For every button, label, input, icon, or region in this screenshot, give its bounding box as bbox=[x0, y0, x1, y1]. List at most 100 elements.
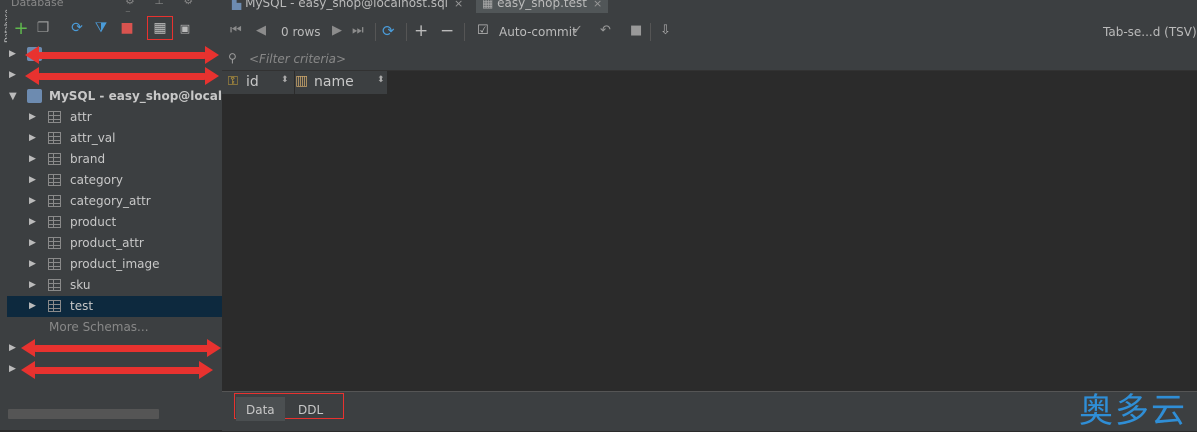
tree-row-table[interactable]: ▶ category bbox=[7, 170, 222, 191]
add-row-icon[interactable]: + bbox=[414, 13, 428, 49]
expand-arrow-icon[interactable]: ▶ bbox=[29, 296, 36, 317]
expand-arrow-icon[interactable]: ▶ bbox=[29, 107, 36, 128]
tree-row-datasource-4[interactable]: ▶ bbox=[7, 359, 222, 380]
row-count[interactable]: 0 rows bbox=[281, 13, 321, 49]
table-label: product_image bbox=[70, 257, 160, 271]
console-icon[interactable]: ▣ bbox=[175, 18, 195, 38]
auto-commit-label[interactable]: Auto-commit bbox=[499, 13, 577, 49]
data-editor-toolbar: ⏮ ◀ 0 rows ▶ ⏭ ⟳ + − ☑ Auto-commit ✓ ↶ ■… bbox=[222, 13, 1197, 50]
result-grid[interactable]: ⚿ id ⬍ ▥ name ⬍ bbox=[222, 71, 1197, 391]
copy-icon[interactable]: ❐ bbox=[33, 18, 53, 38]
tree-row-table[interactable]: ▶ attr bbox=[7, 107, 222, 128]
tab-data[interactable]: Data bbox=[236, 397, 285, 421]
add-icon[interactable]: + bbox=[11, 18, 31, 39]
expand-arrow-icon[interactable]: ▶ bbox=[29, 233, 36, 254]
table-label: test bbox=[70, 299, 94, 313]
bottom-tab-bar: Data DDL bbox=[222, 391, 1197, 431]
expand-arrow-icon[interactable]: ▶ bbox=[9, 338, 16, 359]
tab-sql-console[interactable]: ▙ MySQL - easy_shop@localhost.sql × bbox=[226, 0, 469, 13]
stop-icon[interactable]: ■ bbox=[117, 18, 137, 38]
table-icon bbox=[48, 279, 61, 291]
last-page-icon[interactable]: ⏭ bbox=[352, 13, 364, 49]
table-icon bbox=[48, 153, 61, 165]
expand-arrow-icon[interactable]: ▶ bbox=[9, 359, 16, 380]
filter-bar[interactable]: ⚲ <Filter criteria> bbox=[222, 49, 1197, 71]
checkbox-checked-icon[interactable]: ☑ bbox=[477, 13, 489, 49]
first-page-icon[interactable]: ⏮ bbox=[230, 13, 242, 49]
tree-row-datasource-3[interactable]: ▶ bbox=[7, 338, 222, 359]
column-header-id[interactable]: ⚿ id ⬍ bbox=[222, 71, 295, 94]
table-label: brand bbox=[70, 152, 106, 166]
panel-header-icons[interactable]: ⚙ ⊥ ⚙ ⁻ bbox=[125, 0, 222, 20]
tree-row-table[interactable]: ▶ brand bbox=[7, 149, 222, 170]
more-schemas-label: More Schemas... bbox=[49, 320, 149, 334]
toolbar-separator bbox=[464, 23, 465, 41]
table-label: category bbox=[70, 173, 124, 187]
expand-arrow-icon[interactable]: ▶ bbox=[29, 128, 36, 149]
redaction-arrow-left bbox=[25, 46, 39, 64]
sort-icon[interactable]: ⬍ bbox=[377, 75, 385, 85]
tree-row-table[interactable]: ▶ product_image bbox=[7, 254, 222, 275]
sort-icon[interactable]: ⬍ bbox=[281, 75, 289, 85]
redaction-arrow-right bbox=[205, 46, 219, 64]
refresh-icon[interactable]: ⟳ bbox=[382, 13, 395, 49]
datasource-label: MySQL - easy_shop@localhost bbox=[49, 89, 222, 103]
tree-row-table-selected[interactable]: ▶ test bbox=[7, 296, 222, 317]
tab-table-editor[interactable]: ▦ easy_shop.test × bbox=[476, 0, 609, 13]
mysql-icon bbox=[27, 89, 42, 103]
panel-title: Database bbox=[11, 0, 64, 9]
expand-arrow-icon[interactable]: ▶ bbox=[9, 65, 16, 86]
tree-row-table[interactable]: ▶ attr_val bbox=[7, 128, 222, 149]
tab-label: MySQL - easy_shop@localhost.sql bbox=[245, 0, 449, 10]
export-icon[interactable]: ⇩ bbox=[660, 13, 671, 49]
table-label: sku bbox=[70, 278, 91, 292]
next-page-icon[interactable]: ▶ bbox=[332, 13, 342, 49]
redaction-arrow-left bbox=[21, 339, 35, 357]
tree-row-table[interactable]: ▶ product bbox=[7, 212, 222, 233]
redaction-mark bbox=[37, 52, 207, 59]
column-icon: ▥ bbox=[295, 73, 309, 89]
tree-row-mysql-datasource[interactable]: ▼ MySQL - easy_shop@localhost bbox=[7, 86, 222, 107]
expand-arrow-icon[interactable]: ▶ bbox=[29, 170, 36, 191]
database-panel: Database ⚙ ⊥ ⚙ ⁻ + ❐ ⟳ ⧩ ■ ▦ ▣ ▶ ▶ ▼ MyS… bbox=[7, 0, 222, 430]
rollback-icon[interactable]: ↶ bbox=[600, 13, 611, 49]
redaction-mark bbox=[33, 345, 213, 352]
tab-ddl[interactable]: DDL bbox=[288, 397, 333, 421]
previous-page-icon[interactable]: ◀ bbox=[256, 13, 266, 49]
table-label: product_attr bbox=[70, 236, 144, 250]
table-icon bbox=[48, 111, 61, 123]
refresh-icon[interactable]: ⟳ bbox=[67, 18, 87, 38]
key-column-icon: ⚿ bbox=[228, 74, 238, 89]
expand-arrow-icon[interactable]: ▶ bbox=[29, 212, 36, 233]
column-name: name bbox=[314, 74, 354, 90]
table-icon bbox=[48, 216, 61, 228]
collapse-arrow-icon[interactable]: ▼ bbox=[9, 86, 17, 107]
tree-row-table[interactable]: ▶ product_attr bbox=[7, 233, 222, 254]
tree-row-table[interactable]: ▶ sku bbox=[7, 275, 222, 296]
table-view-icon[interactable]: ▦ bbox=[147, 16, 173, 40]
export-format-selector[interactable]: Tab-se...d (TSV) bbox=[1103, 13, 1197, 49]
tree-row-datasource-1[interactable]: ▶ bbox=[7, 44, 222, 65]
table-label: attr_val bbox=[70, 131, 116, 145]
horizontal-scrollbar[interactable] bbox=[8, 409, 159, 419]
more-schemas-link[interactable]: More Schemas... bbox=[7, 317, 222, 338]
close-icon[interactable]: × bbox=[454, 0, 463, 10]
expand-arrow-icon[interactable]: ▶ bbox=[9, 44, 16, 65]
expand-arrow-icon[interactable]: ▶ bbox=[29, 149, 36, 170]
tree-row-datasource-2[interactable]: ▶ bbox=[7, 65, 222, 86]
table-icon bbox=[48, 300, 61, 312]
filter-icon[interactable]: ⧩ bbox=[91, 18, 111, 38]
delete-row-icon[interactable]: − bbox=[440, 13, 454, 49]
close-icon[interactable]: × bbox=[593, 0, 602, 10]
tree-row-table[interactable]: ▶ category_attr bbox=[7, 191, 222, 212]
commit-check-icon[interactable]: ✓ bbox=[572, 13, 583, 49]
expand-arrow-icon[interactable]: ▶ bbox=[29, 191, 36, 212]
expand-arrow-icon[interactable]: ▶ bbox=[29, 254, 36, 275]
expand-arrow-icon[interactable]: ▶ bbox=[29, 275, 36, 296]
column-name: id bbox=[246, 74, 259, 90]
redaction-mark bbox=[37, 73, 207, 80]
column-header-name[interactable]: ▥ name ⬍ bbox=[295, 71, 388, 94]
filter-criteria-input[interactable]: <Filter criteria> bbox=[249, 52, 346, 66]
stop-icon[interactable]: ■ bbox=[630, 13, 642, 49]
watermark-logo: 奥多云 bbox=[1079, 391, 1187, 431]
